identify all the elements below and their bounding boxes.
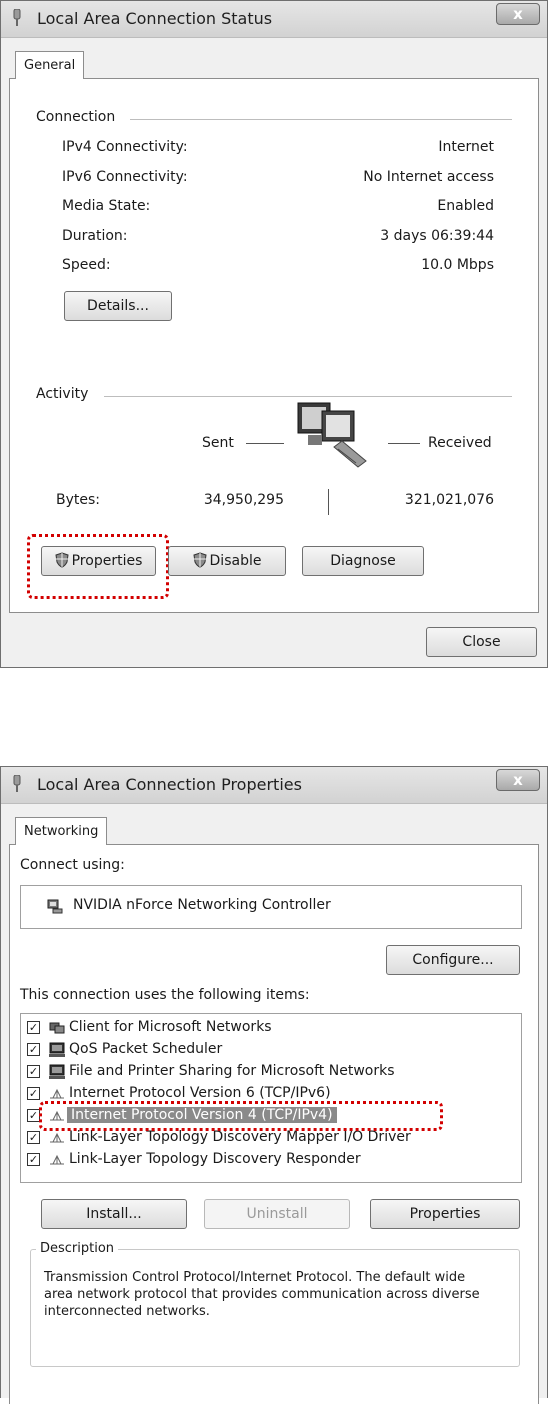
items-label: This connection uses the following items… [20, 987, 310, 1003]
item-label: Internet Protocol Version 6 (TCP/IPv6) [69, 1085, 331, 1101]
details-button[interactable]: Details... [64, 291, 172, 321]
media-state-label: Media State: [62, 198, 151, 214]
item-label: Link-Layer Topology Discovery Mapper I/O… [69, 1129, 411, 1145]
ipv6-connectivity-label: IPv6 Connectivity: [62, 169, 188, 185]
ipv4-connectivity-value: Internet [438, 139, 494, 155]
connect-using-label: Connect using: [20, 857, 125, 873]
ipv4-connectivity-label: IPv4 Connectivity: [62, 139, 188, 155]
sent-label: Sent [202, 435, 234, 451]
adapter-name: NVIDIA nForce Networking Controller [73, 897, 331, 913]
network-plug-icon [13, 775, 21, 792]
status-close-button[interactable]: Close [426, 627, 537, 657]
network-client-icon [49, 1022, 65, 1034]
network-computers-icon [297, 402, 367, 468]
properties-window-title: Local Area Connection Properties [37, 775, 302, 794]
bytes-received-value: 321,021,076 [404, 492, 494, 508]
checkbox[interactable]: ✓ [27, 1021, 40, 1034]
item-label: File and Printer Sharing for Microsoft N… [69, 1063, 395, 1079]
item-label: Client for Microsoft Networks [69, 1019, 272, 1035]
shield-icon [192, 552, 207, 568]
disable-label: Disable [209, 553, 262, 569]
item-label: Link-Layer Topology Discovery Responder [69, 1151, 361, 1167]
uninstall-button[interactable]: Uninstall [204, 1199, 350, 1229]
networking-panel: Connect using: NVIDIA nForce Networking … [9, 844, 539, 1404]
configure-button[interactable]: Configure... [386, 945, 520, 975]
ipv6-connectivity-value: No Internet access [363, 169, 494, 185]
properties-close-icon[interactable]: x [496, 769, 540, 791]
status-titlebar[interactable]: Local Area Connection Status x [1, 1, 547, 38]
computer-service-icon [49, 1042, 65, 1057]
protocol-icon [50, 1088, 64, 1099]
items-list: ✓ Client for Microsoft Networks ✓ QoS Pa… [20, 1013, 522, 1183]
status-properties-label: Properties [71, 553, 143, 569]
item-label: QoS Packet Scheduler [69, 1041, 223, 1057]
disable-button[interactable]: Disable [168, 546, 286, 576]
activity-group-label: Activity [36, 386, 99, 402]
checkbox[interactable]: ✓ [27, 1043, 40, 1056]
received-label: Received [428, 435, 492, 451]
media-state-value: Enabled [437, 198, 494, 214]
description-label: Description [36, 1241, 119, 1256]
properties-titlebar[interactable]: Local Area Connection Properties x [1, 767, 547, 804]
received-line [388, 443, 420, 444]
tab-general[interactable]: General [15, 51, 85, 79]
checkbox[interactable]: ✓ [27, 1153, 40, 1166]
tab-networking[interactable]: Networking [15, 817, 108, 845]
bytes-label: Bytes: [56, 492, 101, 508]
checkbox[interactable]: ✓ [27, 1131, 40, 1144]
speed-label: Speed: [62, 257, 111, 273]
status-properties-button[interactable]: Properties [41, 546, 156, 576]
properties-button[interactable]: Properties [370, 1199, 520, 1229]
protocol-icon [50, 1132, 64, 1143]
general-panel: Connection IPv4 Connectivity: Internet I… [9, 78, 539, 613]
connection-group-label: Connection [36, 109, 126, 125]
network-adapter-icon [47, 899, 63, 914]
checkbox[interactable]: ✓ [27, 1065, 40, 1078]
computer-service-icon [49, 1064, 65, 1079]
connection-divider [130, 119, 512, 120]
checkbox[interactable]: ✓ [27, 1087, 40, 1100]
status-window-title: Local Area Connection Status [37, 9, 273, 28]
speed-value: 10.0 Mbps [421, 257, 494, 273]
adapter-box: NVIDIA nForce Networking Controller [20, 885, 522, 929]
protocol-icon [50, 1154, 64, 1165]
sent-line [246, 443, 284, 444]
shield-icon [55, 552, 69, 568]
description-text: Transmission Control Protocol/Internet P… [44, 1270, 480, 1319]
install-button[interactable]: Install... [41, 1199, 187, 1229]
properties-window: Local Area Connection Properties x Netwo… [0, 766, 548, 1404]
duration-label: Duration: [62, 228, 128, 244]
network-plug-icon [13, 9, 21, 26]
duration-value: 3 days 06:39:44 [380, 228, 494, 244]
ipv4-highlight [39, 1101, 443, 1131]
status-close-icon[interactable]: x [496, 3, 540, 25]
diagnose-button[interactable]: Diagnose [302, 546, 424, 576]
bytes-sent-value: 34,950,295 [203, 492, 284, 508]
status-window: Local Area Connection Status x General C… [0, 0, 548, 668]
bytes-separator [328, 489, 329, 515]
